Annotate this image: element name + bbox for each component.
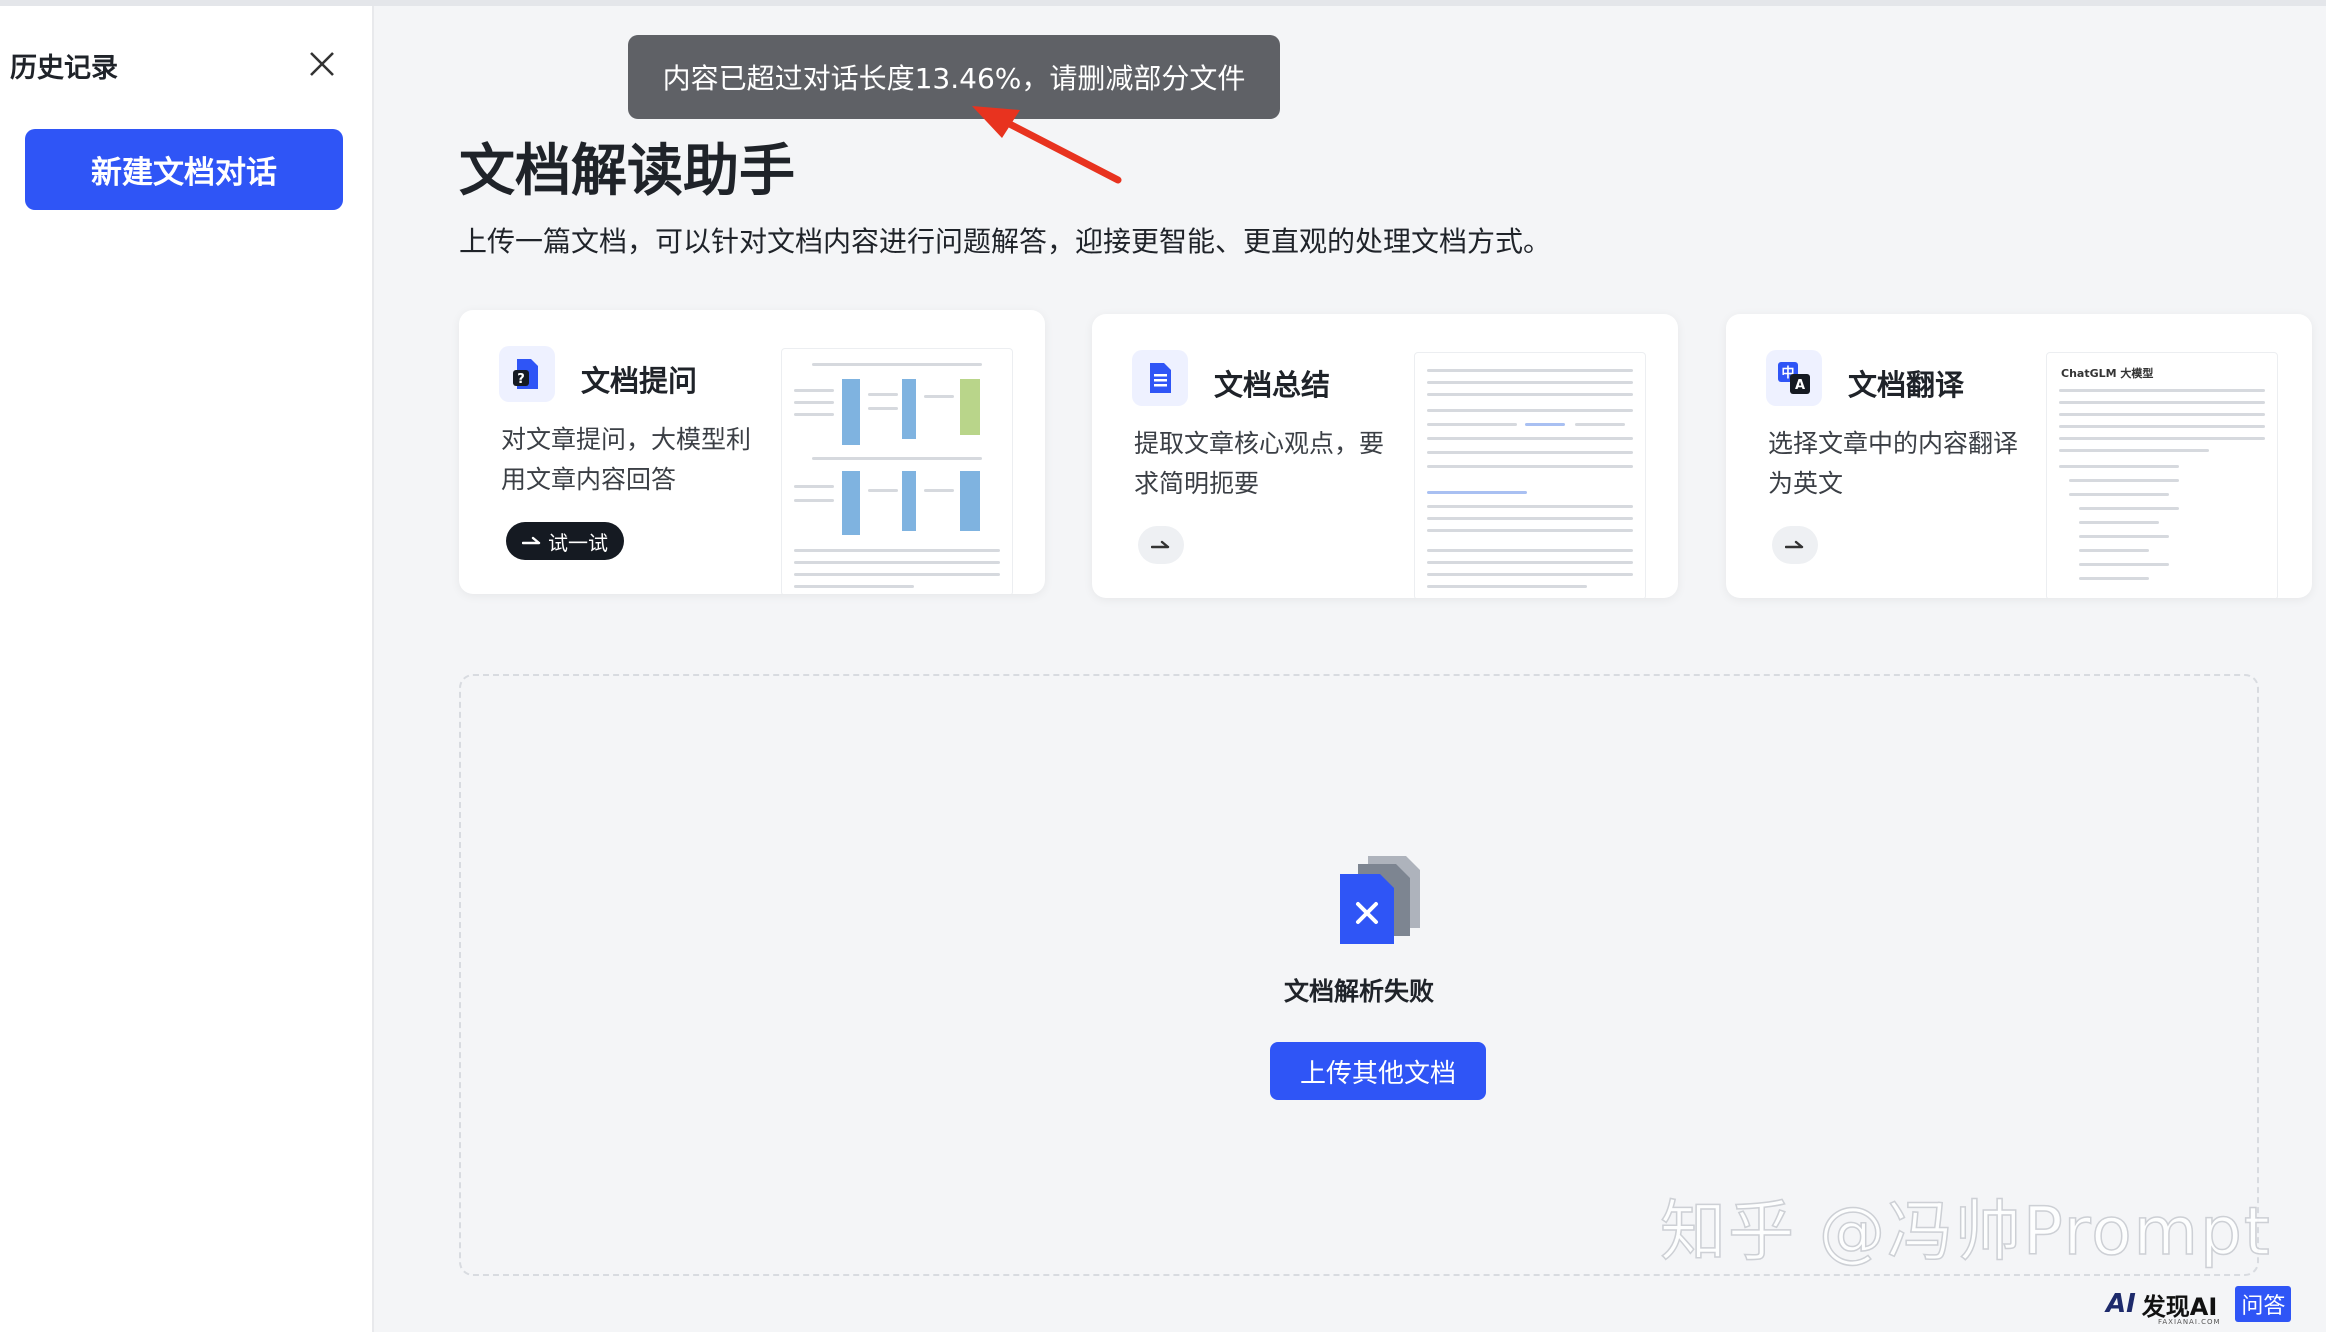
brand-ai-mark: AI (2106, 1289, 2136, 1319)
parse-failed-text: 文档解析失败 (1283, 977, 1434, 1006)
doc-preview-table (1414, 352, 1646, 598)
red-arrow-annotation (972, 106, 1122, 184)
try-label: 试一试 (548, 530, 608, 555)
doc-preview-charts (781, 348, 1013, 594)
close-icon[interactable] (302, 44, 342, 84)
card-doc-question[interactable]: ? 文档提问 对文章提问，大模型利用文章内容回答 试一试 (459, 310, 1045, 594)
question-doc-icon: ? (499, 346, 555, 402)
brand-name: 发现AI (2141, 1292, 2218, 1321)
faxianai-logo: AI 发现AI FAXIANAI.COM 问答 (2106, 1286, 2292, 1326)
svg-text:?: ? (517, 372, 525, 387)
new-doc-chat-button[interactable]: 新建文档对话 (25, 129, 343, 210)
card-desc: 提取文章核心观点，要求简明扼要 (1134, 429, 1385, 498)
try-button[interactable]: 试一试 (506, 522, 624, 560)
card-doc-translate[interactable]: 中 A 文档翻译 选择文章中的内容翻译为英文 ChatGLM 大模型 (1726, 314, 2312, 598)
go-button[interactable] (1772, 526, 1818, 564)
card-doc-summary[interactable]: 文档总结 提取文章核心观点，要求简明扼要 (1092, 314, 1678, 598)
brand-qa-tag: 问答 (2235, 1286, 2292, 1322)
arrow-right-icon (1151, 540, 1170, 549)
sidebar-title: 历史记录 (10, 53, 118, 84)
page-subtitle: 上传一篇文档，可以针对文档内容进行问题解答，迎接更智能、更直观的处理文档方式。 (459, 225, 1552, 258)
card-desc: 对文章提问，大模型利用文章内容回答 (501, 425, 752, 494)
svg-text:A: A (1795, 378, 1805, 393)
arrow-right-icon (522, 536, 541, 545)
length-warning-toast: 内容已超过对话长度13.46%，请删减部分文件 (628, 35, 1280, 119)
history-sidebar: 历史记录 新建文档对话 (0, 6, 374, 1332)
brand-sub: FAXIANAI.COM (2158, 1318, 2221, 1326)
zhihu-watermark: 知乎 @冯帅Prompt (1659, 1192, 2272, 1271)
file-failed-icon (1340, 856, 1420, 944)
summary-doc-icon (1132, 350, 1188, 406)
card-title: 文档翻译 (1848, 368, 1965, 402)
translate-icon: 中 A (1766, 350, 1822, 406)
card-desc: 选择文章中的内容翻译为英文 (1768, 429, 2019, 498)
upload-other-doc-button[interactable]: 上传其他文档 (1270, 1042, 1486, 1100)
go-button[interactable] (1138, 526, 1184, 564)
card-title: 文档总结 (1214, 368, 1331, 402)
page-title: 文档解读助手 (459, 139, 795, 204)
card-title: 文档提问 (581, 364, 698, 398)
doc-preview-text: ChatGLM 大模型 (2046, 352, 2278, 598)
preview-heading: ChatGLM 大模型 (2061, 367, 2154, 380)
toast-message: 内容已超过对话长度13.46%，请删减部分文件 (662, 62, 1246, 95)
arrow-right-icon (1785, 540, 1804, 549)
